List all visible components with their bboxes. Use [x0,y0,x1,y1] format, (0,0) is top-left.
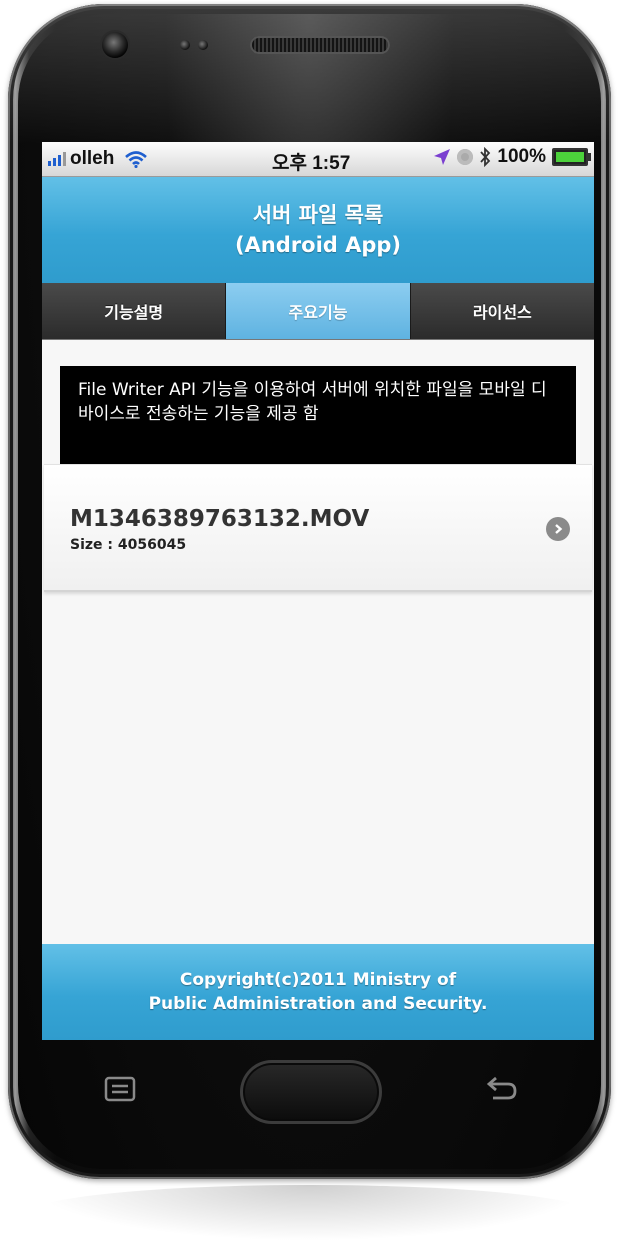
stage: olleh 오후 1:57 100% 서버 파일 목록 (Android App… [0,0,619,1245]
page-subtitle: (Android App) [234,233,402,257]
status-left: olleh [42,148,148,170]
signal-icon [48,152,66,166]
footer: Copyright(c)2011 Ministry of Public Admi… [42,944,594,1040]
battery-icon [552,148,591,166]
chevron-right-icon[interactable] [546,517,570,541]
back-key-icon[interactable] [484,1074,520,1102]
rotation-lock-icon [457,149,474,165]
phone-shine [8,4,611,144]
clock: 오후 1:57 [272,153,351,174]
location-arrow-icon [434,149,451,165]
description-box: File Writer API 기능을 이용하여 서버에 위치한 파일을 모바일… [60,366,576,464]
status-bar: olleh 오후 1:57 100% [42,142,594,177]
screen: olleh 오후 1:57 100% 서버 파일 목록 (Android App… [42,142,594,1040]
file-size: Size : 4056045 [70,537,187,553]
front-camera-icon [102,32,128,58]
page-title: 서버 파일 목록 [252,203,384,227]
page-header: 서버 파일 목록 (Android App) [42,177,594,283]
copyright-line2: Public Administration and Security. [148,994,488,1014]
tab-license[interactable]: 라이선스 [410,283,594,339]
sensor-icon [198,40,208,50]
earpiece-speaker [250,36,390,54]
status-right: 100% [433,146,591,168]
sensor-icon [180,40,190,50]
menu-key-icon[interactable] [104,1076,136,1102]
tab-main-features[interactable]: 주요기능 [226,283,411,339]
wifi-icon [125,151,148,168]
home-button[interactable] [240,1060,382,1124]
tab-feature-description[interactable]: 기능설명 [42,283,227,339]
file-name: M1346389763132.MOV [70,506,370,532]
file-list-item[interactable]: M1346389763132.MOV Size : 4056045 [44,464,592,592]
carrier-label: olleh [70,148,115,169]
copyright-line1: Copyright(c)2011 Ministry of [179,970,457,990]
battery-percent: 100% [497,146,546,167]
tab-bar: 기능설명 주요기능 라이선스 [42,283,594,340]
phone-reflection [30,1185,590,1241]
bluetooth-icon [480,147,491,167]
